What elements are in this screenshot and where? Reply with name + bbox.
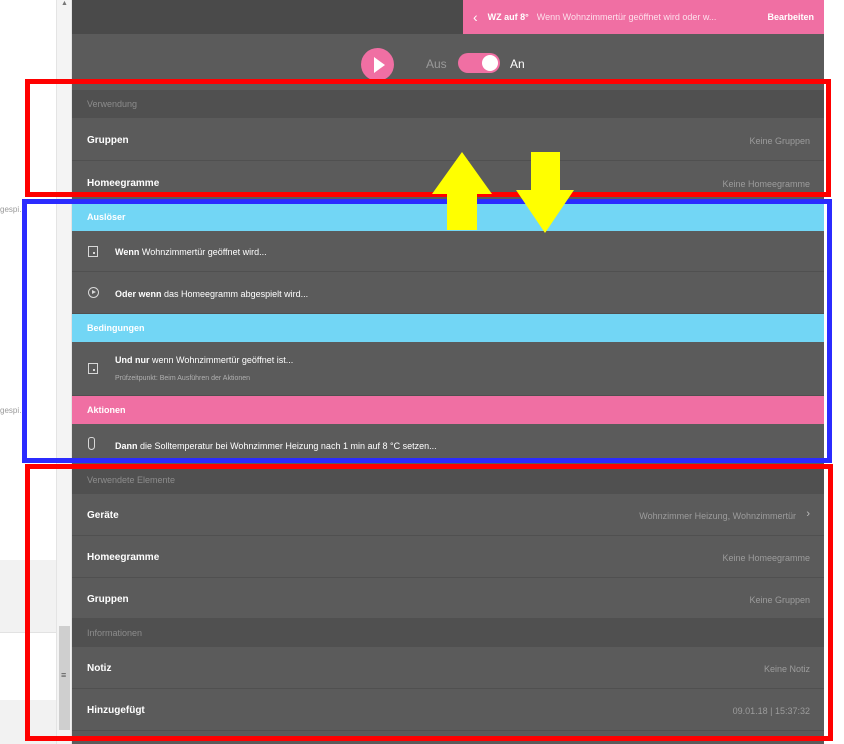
screenshot-root: gespi… gespi… ▲ ≡ ‹ WZ auf 8° Wenn Wohnz…	[0, 0, 844, 744]
arrow-up-icon	[432, 152, 492, 230]
annotation-arrows	[432, 152, 574, 233]
arrow-down-icon	[516, 152, 574, 233]
